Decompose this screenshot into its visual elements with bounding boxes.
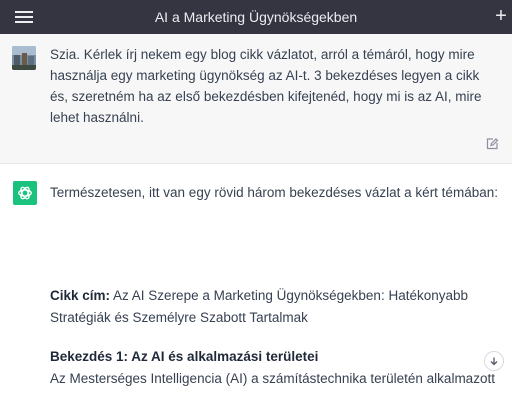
paragraph-1-heading: Bekezdés 1: Az AI és alkalmazási terület… [50, 349, 319, 364]
hamburger-menu-icon[interactable] [15, 11, 33, 23]
article-title-label: Cikk cím: [50, 288, 111, 303]
chat-title: AI a Marketing Ügynökségekben [154, 9, 358, 25]
chatgpt-logo-icon [13, 181, 37, 205]
scroll-down-button[interactable] [484, 351, 504, 371]
article-title-text: Az AI Szerepe a Marketing Ügynökségekben… [50, 288, 468, 325]
user-message-text: Szia. Kérlek írj nekem egy blog cikk váz… [50, 47, 482, 125]
user-avatar [12, 46, 36, 70]
edit-icon[interactable] [485, 137, 499, 151]
user-message: Szia. Kérlek írj nekem egy blog cikk váz… [0, 34, 512, 164]
assistant-message: Természetesen, itt van egy rövid három b… [0, 165, 512, 395]
new-chat-plus-icon[interactable]: + [492, 6, 510, 26]
bottom-fade [0, 385, 512, 395]
article-title-line: Cikk cím: Az AI Szerepe a Marketing Ügyn… [50, 285, 490, 329]
arrow-down-icon [490, 357, 498, 366]
top-bar: AI a Marketing Ügynökségekben + [0, 0, 512, 34]
assistant-intro-text: Természetesen, itt van egy rövid három b… [50, 185, 498, 200]
